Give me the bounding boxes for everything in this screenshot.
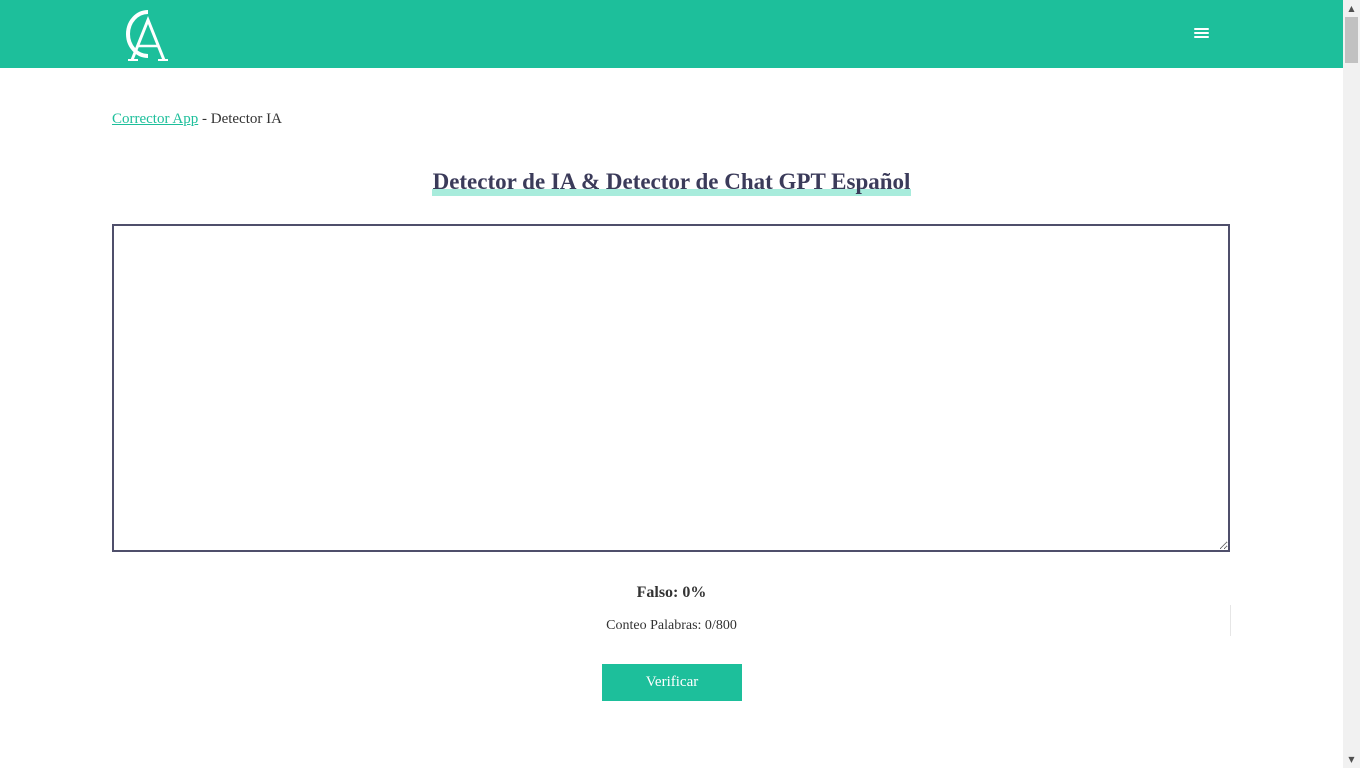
breadcrumb-current: Detector IA	[210, 111, 282, 127]
word-count: Conteo Palabras: 0/800	[606, 618, 737, 633]
scroll-up-arrow-icon[interactable]: ▲	[1343, 0, 1360, 17]
hamburger-menu-icon[interactable]	[1190, 22, 1214, 44]
ca-logo-icon[interactable]	[118, 6, 174, 62]
scrollbar-thumb[interactable]	[1345, 17, 1358, 63]
vertical-scrollbar[interactable]: ▲ ▼	[1343, 0, 1360, 768]
text-input-area[interactable]	[112, 224, 1230, 552]
top-header	[0, 0, 1343, 68]
title-wrap: Detector de IA & Detector de Chat GPT Es…	[0, 168, 1343, 196]
result-label: Falso: 0%	[636, 584, 707, 601]
page: Corrector App - Detector IA Detector de …	[0, 0, 1343, 768]
page-title: Detector de IA & Detector de Chat GPT Es…	[431, 168, 912, 196]
breadcrumb: Corrector App - Detector IA	[112, 110, 282, 128]
verify-button[interactable]: Verificar	[602, 664, 742, 701]
breadcrumb-separator: -	[198, 111, 211, 127]
menu-bar-line	[1194, 36, 1209, 38]
menu-bar-line	[1194, 28, 1209, 30]
breadcrumb-home-link[interactable]: Corrector App	[112, 111, 198, 127]
scroll-down-arrow-icon[interactable]: ▼	[1343, 751, 1360, 768]
ca-monogram-logo	[126, 10, 168, 61]
divider	[1230, 605, 1231, 636]
menu-bar-line	[1194, 32, 1209, 34]
